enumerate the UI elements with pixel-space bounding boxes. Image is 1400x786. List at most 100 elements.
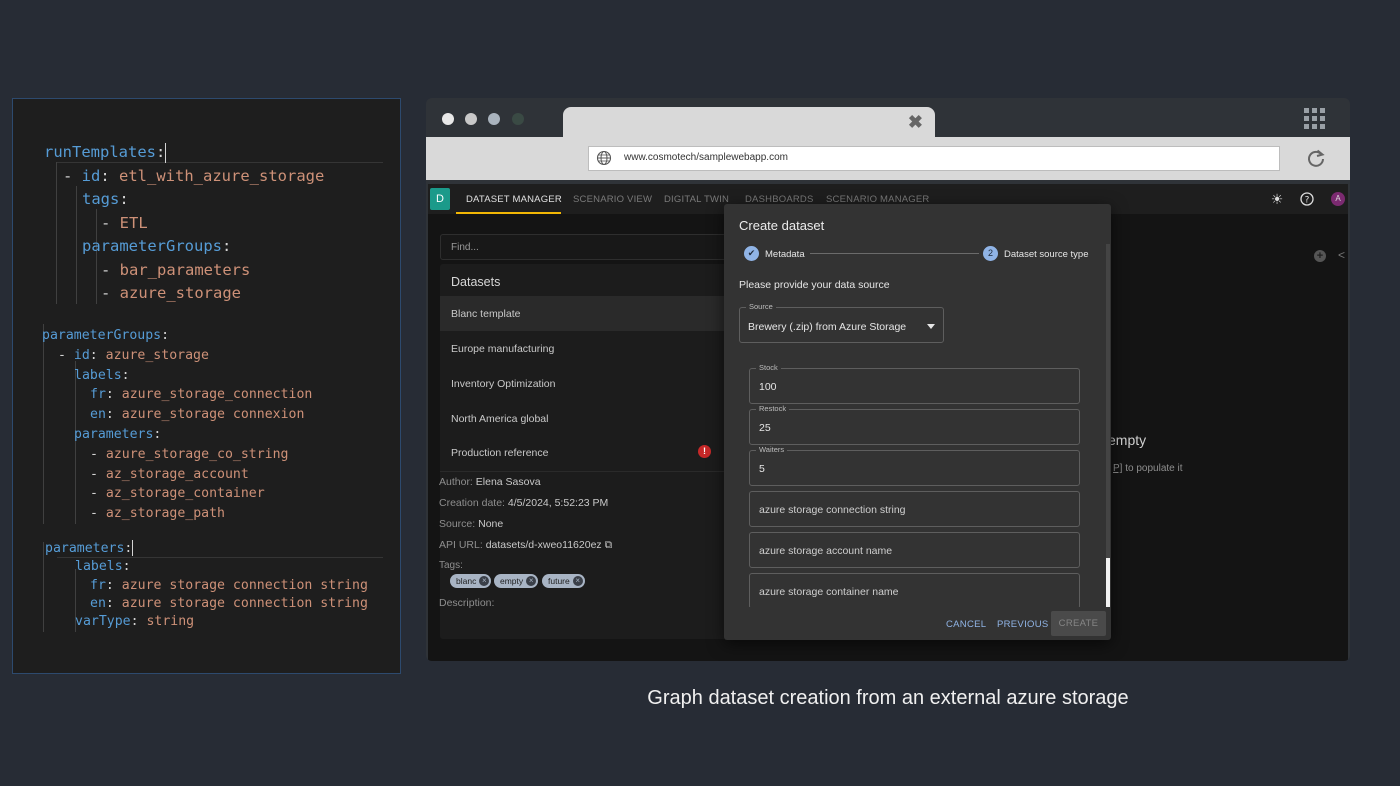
- code-line: parameters:: [74, 427, 162, 442]
- tag-chip[interactable]: future ×: [542, 574, 585, 588]
- dataset-item-label: Blanc template: [451, 308, 521, 320]
- web-app: D DATASET MANAGER SCENARIO VIEW DIGITAL …: [428, 184, 1348, 661]
- dataset-item-europe-manufacturing[interactable]: Europe manufacturing: [440, 331, 730, 366]
- field-placeholder: azure storage account name: [759, 545, 893, 557]
- azure-connection-string-field[interactable]: azure storage connection string: [749, 491, 1080, 527]
- detail-description-label: Description:: [439, 597, 495, 609]
- scrollbar-thumb[interactable]: [1106, 558, 1110, 607]
- dataset-list-column: Find... Datasets Blanc template Europe m…: [428, 214, 730, 661]
- code-line: varType: string: [75, 614, 195, 630]
- caret-down-icon: [927, 324, 935, 329]
- help-icon[interactable]: ?: [1299, 191, 1315, 207]
- code-line: - az_storage_account: [90, 466, 249, 482]
- window-dot-maximize[interactable]: [488, 113, 500, 125]
- tab-scenario-view[interactable]: SCENARIO VIEW: [573, 194, 652, 205]
- parameter-fields: Stock 100 Restock 25 Waiters 5 azure sto…: [724, 359, 1111, 607]
- chip-remove-icon[interactable]: ×: [526, 576, 537, 586]
- text-cursor: [132, 540, 134, 556]
- browser-toolbar: www.cosmotech/samplewebapp.com: [426, 137, 1350, 180]
- window-dot-extra: [512, 113, 524, 125]
- create-button[interactable]: CREATE: [1051, 611, 1106, 636]
- dialog-prompt: Please provide your data source: [739, 279, 890, 291]
- dataset-item-production-reference[interactable]: Production reference !: [440, 435, 730, 470]
- step-completed-check-icon: ✔: [744, 246, 759, 261]
- globe-icon: [596, 150, 612, 166]
- field-label: Waiters: [756, 445, 788, 454]
- dataset-item-label: North America global: [451, 413, 549, 425]
- search-input[interactable]: Find...: [440, 234, 730, 260]
- code-line: - id: azure_storage: [58, 347, 209, 363]
- code-line: tags:: [82, 190, 129, 208]
- waiters-field[interactable]: Waiters 5: [749, 445, 1080, 486]
- browser-window: ✖ www.cosmotech/samplewebapp.com D DATAS…: [426, 98, 1350, 661]
- code-line: - bar_parameters: [101, 260, 251, 279]
- dataset-item-label: Production reference: [451, 447, 549, 459]
- code-line: fr: azure_storage_connection: [90, 387, 313, 403]
- field-value: 100: [759, 381, 777, 393]
- url-text: www.cosmotech/samplewebapp.com: [624, 152, 788, 163]
- close-tab-icon[interactable]: ✖: [908, 112, 923, 133]
- code-line: - ETL: [101, 213, 148, 232]
- tag-chip[interactable]: empty ×: [494, 574, 539, 588]
- datasets-title: Datasets: [451, 275, 501, 289]
- tab-digital-twin[interactable]: DIGITAL TWIN: [664, 194, 729, 205]
- dataset-item-label: Inventory Optimization: [451, 378, 556, 390]
- apps-grid-icon[interactable]: [1304, 108, 1326, 130]
- previous-button[interactable]: PREVIOUS: [997, 619, 1049, 630]
- stepper-connector: [810, 253, 979, 254]
- code-line: labels:: [74, 367, 130, 383]
- dataset-item-label: Europe manufacturing: [451, 343, 555, 355]
- detail-tags-label: Tags:: [439, 560, 463, 571]
- code-line: - azure_storage_co_string: [90, 446, 289, 462]
- source-select[interactable]: Source Brewery (.zip) from Azure Storage: [739, 302, 944, 343]
- code-line: labels:: [75, 559, 131, 575]
- dataset-item-blanc-template[interactable]: Blanc template: [440, 296, 730, 331]
- divider: [440, 471, 730, 472]
- window-dot-close[interactable]: [442, 113, 454, 125]
- reload-icon[interactable]: [1304, 146, 1328, 170]
- detail-source: Source: None: [439, 518, 504, 530]
- code-line: runTemplates:: [44, 142, 167, 163]
- address-bar[interactable]: www.cosmotech/samplewebapp.com: [588, 146, 1280, 171]
- detail-author: Author: Elena Sasova: [439, 476, 541, 488]
- add-icon[interactable]: +: [1314, 250, 1326, 262]
- empty-state-title: empty: [1108, 432, 1147, 448]
- cancel-button[interactable]: CANCEL: [946, 619, 986, 630]
- azure-account-name-field[interactable]: azure storage account name: [749, 532, 1080, 568]
- dataset-item-inventory-optimization[interactable]: Inventory Optimization: [440, 366, 730, 401]
- share-icon[interactable]: <: [1338, 248, 1345, 262]
- error-icon: !: [698, 445, 711, 458]
- restock-field[interactable]: Restock 25: [749, 404, 1080, 445]
- field-value: 25: [759, 422, 771, 434]
- dataset-item-north-america-global[interactable]: North America global: [440, 401, 730, 436]
- stock-field[interactable]: Stock 100: [749, 363, 1080, 404]
- copy-icon[interactable]: ⧉: [605, 539, 613, 551]
- code-line: - az_storage_path: [90, 506, 225, 522]
- caption: Graph dataset creation from an external …: [647, 687, 1129, 709]
- text-cursor: [165, 142, 167, 163]
- tab-dataset-manager[interactable]: DATASET MANAGER: [466, 194, 562, 205]
- detail-api-url: API URL: datasets/d-xweo11620ez ⧉: [439, 539, 613, 551]
- source-value: Brewery (.zip) from Azure Storage: [748, 321, 907, 333]
- theme-sun-icon[interactable]: ☀: [1269, 191, 1285, 207]
- chip-remove-icon[interactable]: ×: [479, 576, 490, 586]
- dialog-title: Create dataset: [739, 218, 825, 233]
- search-placeholder: Find...: [451, 242, 479, 253]
- code-line: - id: etl_with_azure_storage: [63, 166, 325, 185]
- chip-remove-icon[interactable]: ×: [572, 576, 583, 586]
- avatar[interactable]: A: [1331, 192, 1345, 206]
- app-logo: D: [430, 188, 450, 210]
- dialog-scrollbar[interactable]: [1106, 244, 1110, 607]
- step-2-icon: 2: [983, 246, 998, 261]
- tag-chip[interactable]: blanc ×: [450, 574, 492, 588]
- field-value: 5: [759, 463, 765, 475]
- field-label: Stock: [756, 363, 781, 372]
- source-label: Source: [746, 302, 776, 311]
- azure-container-name-field[interactable]: azure storage container name: [749, 573, 1080, 607]
- step-metadata-label: Metadata: [765, 249, 805, 260]
- window-dot-minimize[interactable]: [465, 113, 477, 125]
- empty-state-hint: P] to populate it: [1113, 463, 1183, 474]
- browser-tab[interactable]: ✖: [563, 107, 935, 139]
- step-source-type-label: Dataset source type: [1004, 249, 1089, 260]
- code-line: parameterGroups:: [82, 237, 232, 255]
